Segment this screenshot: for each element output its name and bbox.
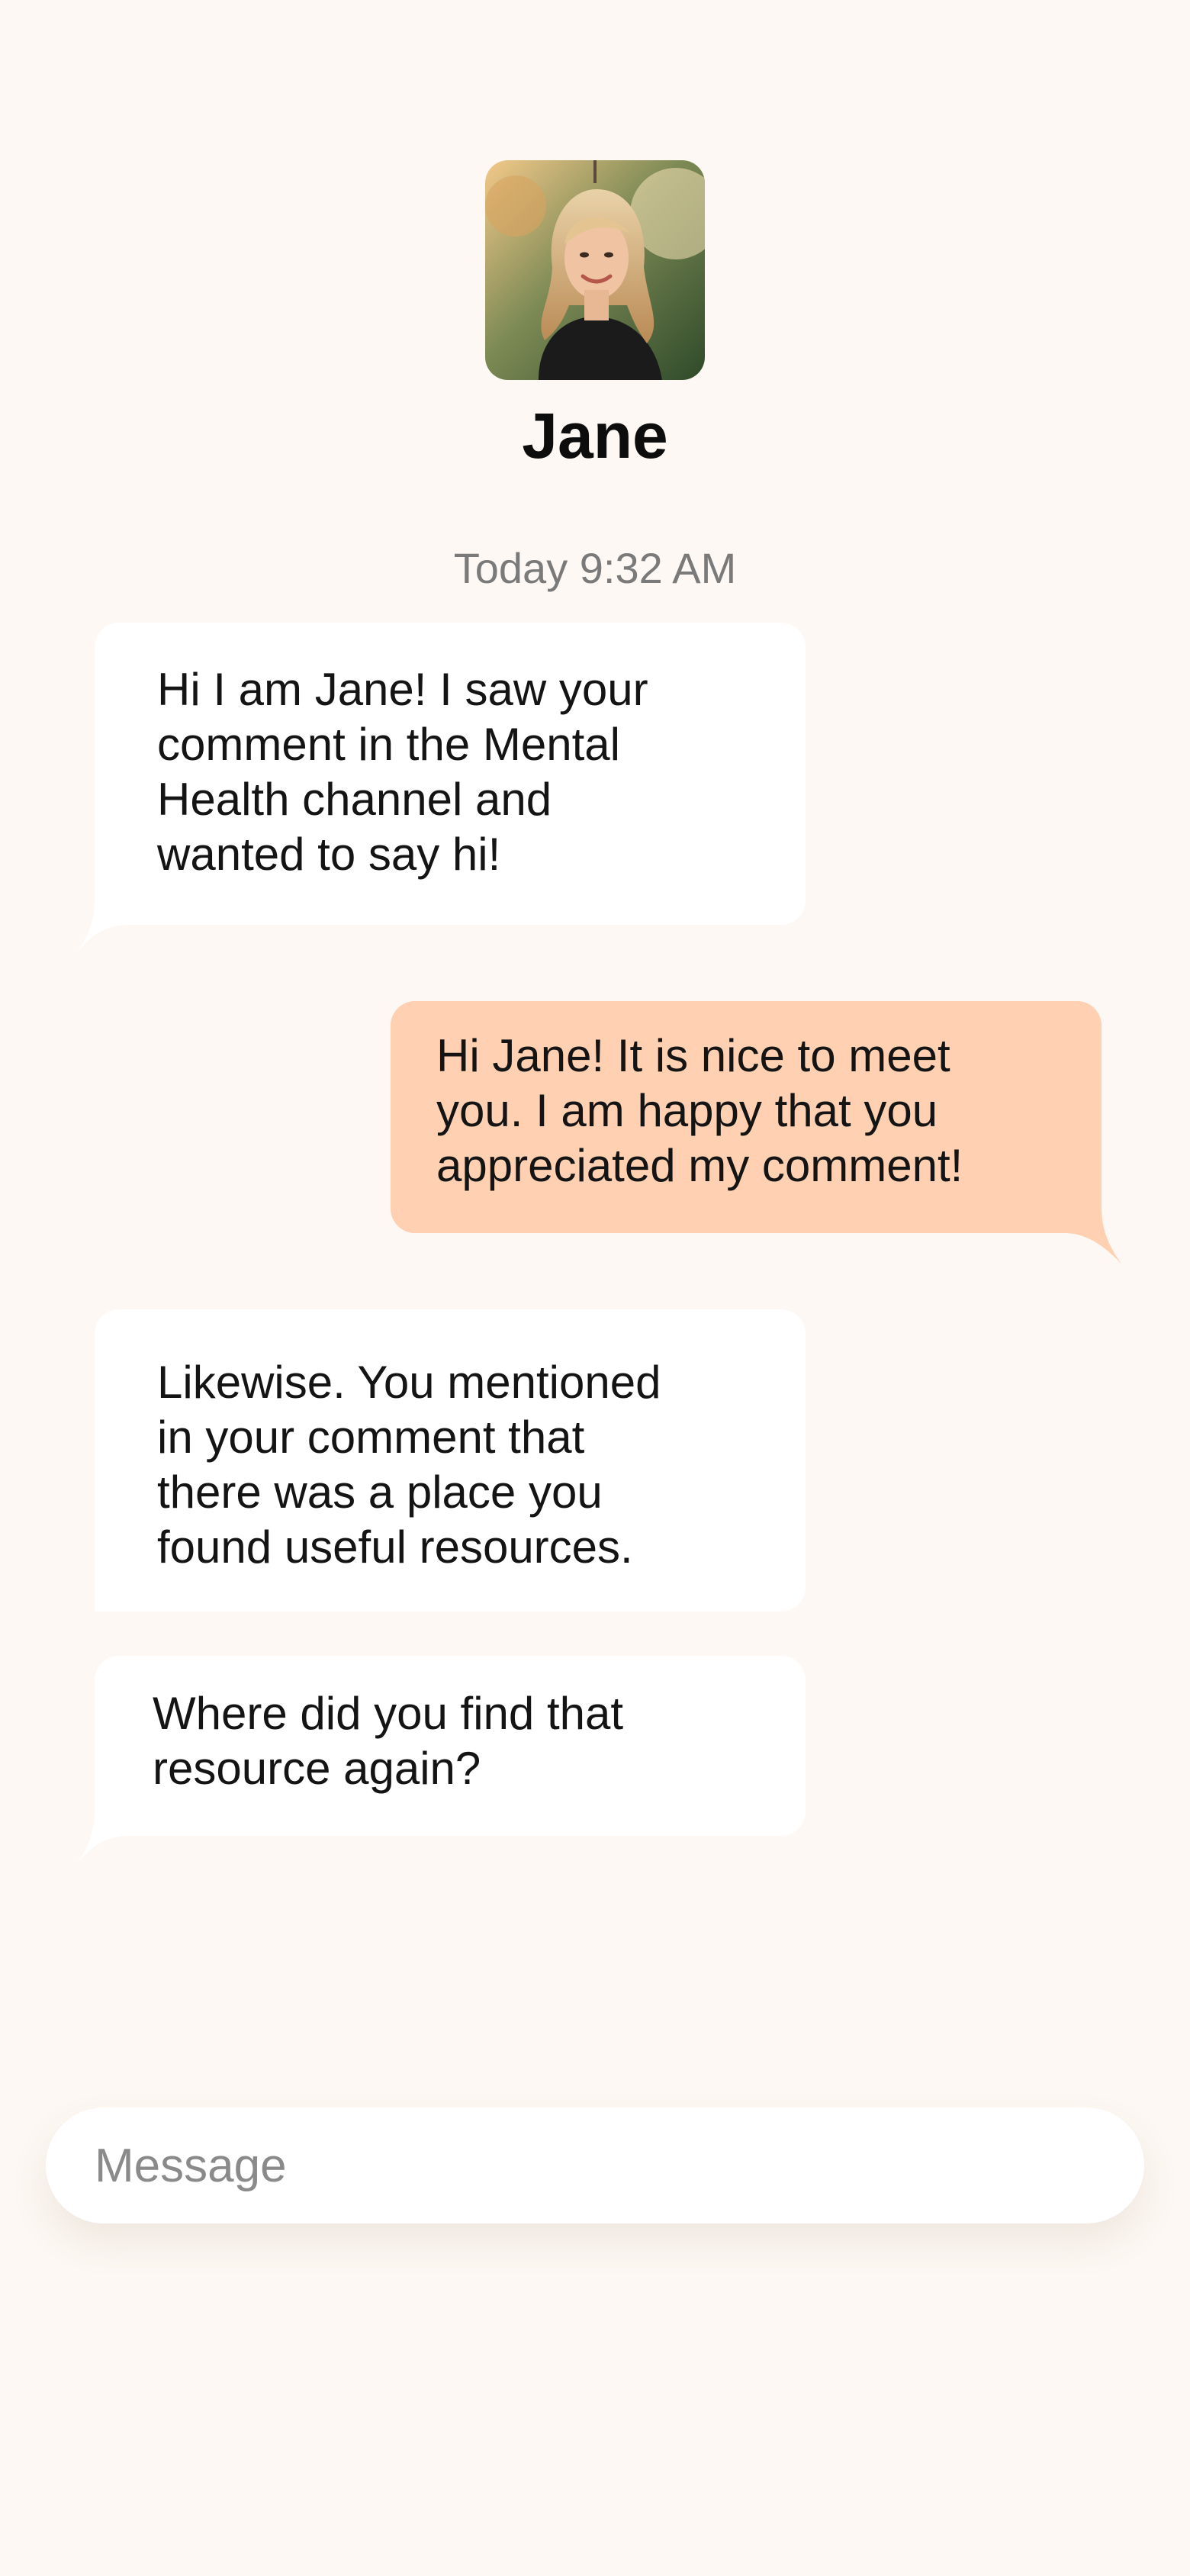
message-bubble-incoming[interactable]: Likewise. You mentioned in your comment … <box>95 1309 806 1612</box>
contact-name: Jane <box>522 400 668 472</box>
avatar-photo <box>485 160 705 380</box>
message-bubble-incoming[interactable]: Where did you find that resource again? <box>95 1656 806 1836</box>
bubble-tail <box>76 900 160 954</box>
contact-avatar[interactable] <box>485 160 705 380</box>
message-input[interactable] <box>95 2107 1086 2223</box>
message-composer[interactable] <box>46 2107 1144 2223</box>
bubble-tail <box>1033 1207 1121 1264</box>
message-bubble-outgoing[interactable]: Hi Jane! It is nice to meet you. I am ha… <box>391 1001 1102 1233</box>
message-timestamp: Today 9:32 AM <box>453 544 737 592</box>
message-bubble-incoming[interactable]: Hi I am Jane! I saw your comment in the … <box>95 623 806 925</box>
bubble-tail <box>76 1811 160 1865</box>
